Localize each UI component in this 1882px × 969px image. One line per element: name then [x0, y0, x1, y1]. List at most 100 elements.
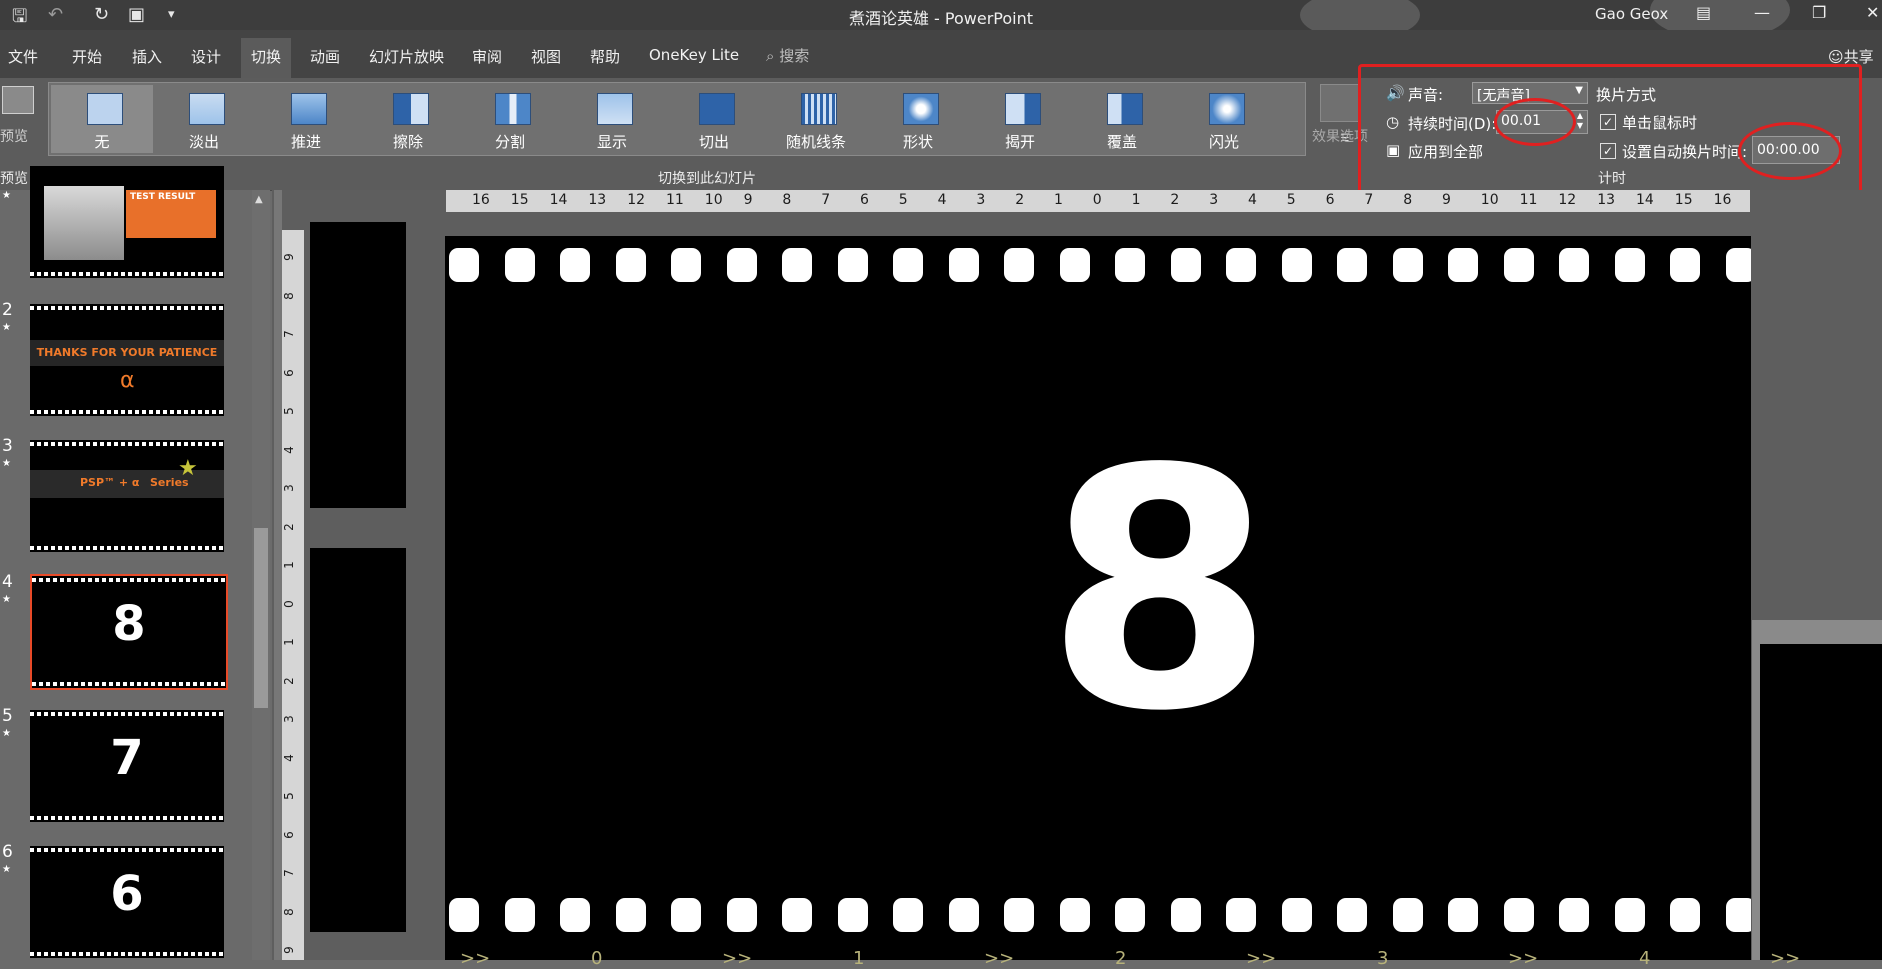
title-bar: 🖫 ↶ ↻ ▣ ▾ 煮酒论英雄 - PowerPoint Gao Geox ▤ …: [0, 0, 1882, 40]
transition-split[interactable]: 分割: [459, 85, 561, 153]
transition-cut[interactable]: 切出: [663, 85, 765, 153]
preview-button[interactable]: 预览: [0, 84, 40, 154]
tab-review[interactable]: 审阅: [472, 46, 502, 67]
offslide-shape[interactable]: [310, 548, 406, 932]
sprocket-hole: [1281, 898, 1312, 932]
sprocket-hole: [1559, 248, 1589, 282]
horizontal-ruler: 16 15 14 13 12 11 10 9 8 7 6 5 4 3 2 1 0 1 2 3 4 5 6 7 8 9 10 11 12 1…: [446, 190, 1750, 212]
ruler-tick: 3: [281, 715, 296, 723]
sprocket-hole: [1392, 898, 1423, 932]
tab-view[interactable]: 视图: [531, 46, 561, 67]
search-box[interactable]: ⌕ 搜索: [766, 45, 809, 66]
slide-thumbnail-4[interactable]: 8: [30, 574, 228, 690]
tab-transitions[interactable]: 切换: [241, 38, 292, 81]
sprocket-hole: [1670, 248, 1700, 282]
tab-slideshow[interactable]: 幻灯片放映: [369, 46, 444, 67]
ruler-tick: 6: [1325, 192, 1335, 208]
sprocket-hole: [1170, 248, 1201, 282]
sprocket-hole: [837, 898, 868, 932]
ruler-tick: 2: [1170, 192, 1180, 208]
slide-thumbnail-5[interactable]: 7: [30, 710, 224, 822]
sprocket-hole: [1559, 898, 1589, 932]
edge-mark: 2: [1115, 948, 1127, 969]
close-icon[interactable]: ✕: [1866, 3, 1879, 22]
sprocket-hole: [1503, 898, 1534, 932]
animation-star-icon: ★: [2, 322, 11, 333]
ruler-tick: 5: [1286, 192, 1296, 208]
edge-mark: >>: [1508, 948, 1539, 969]
slide-thumbnail-6[interactable]: 6: [30, 846, 224, 958]
tab-file[interactable]: 文件: [8, 46, 38, 67]
tab-insert[interactable]: 插入: [132, 46, 162, 67]
edge-mark: >>: [984, 948, 1015, 969]
ruler-tick: 4: [937, 192, 947, 208]
main-slide[interactable]: 8: [445, 236, 1751, 960]
minimize-icon[interactable]: —: [1754, 3, 1770, 22]
transition-push[interactable]: 推进: [255, 85, 357, 153]
transition-cover[interactable]: 覆盖: [1071, 85, 1173, 153]
ruler-tick: 4: [281, 445, 296, 454]
animation-star-icon: ★: [2, 190, 11, 201]
ruler-tick: 1: [1131, 192, 1141, 208]
sprocket-hole: [1170, 898, 1201, 932]
ruler-tick: 4: [1248, 192, 1257, 208]
transition-wipe[interactable]: 擦除: [357, 85, 459, 153]
sprocket-hole: [504, 248, 535, 282]
user-name[interactable]: Gao Geox: [1595, 5, 1668, 23]
tab-animations[interactable]: 动画: [310, 46, 340, 67]
splitter[interactable]: [274, 190, 282, 960]
transition-flash[interactable]: 闪光: [1173, 85, 1275, 153]
tab-home[interactable]: 开始: [72, 46, 102, 67]
ruler-tick: 7: [821, 192, 831, 208]
transition-none[interactable]: 无: [51, 85, 153, 153]
ruler-tick: 1: [281, 561, 296, 569]
sprocket-hole: [1226, 898, 1256, 932]
search-label: 搜索: [779, 47, 810, 65]
restore-icon[interactable]: ❐: [1812, 3, 1826, 22]
sprocket-hole: [1725, 248, 1751, 282]
ruler-tick: 3: [1209, 192, 1219, 208]
sprocket-hole: [1281, 248, 1312, 282]
slide-thumbnail-3[interactable]: PSP™ + α Series ★: [30, 440, 224, 552]
slide-text: THANKS FOR YOUR PATIENCE: [36, 346, 218, 359]
offslide-shape[interactable]: [310, 222, 406, 508]
transition-uncover[interactable]: 揭开: [969, 85, 1071, 153]
transition-random-bars[interactable]: 随机线条: [765, 85, 867, 153]
transition-shape[interactable]: 形状: [867, 85, 969, 153]
thumbnail-scrollbar[interactable]: ▲: [252, 190, 270, 960]
animation-star-icon: ★: [2, 864, 11, 875]
scroll-up-icon[interactable]: ▲: [255, 194, 263, 205]
edge-mark: 4: [1639, 948, 1651, 969]
tab-onekey[interactable]: OneKey Lite: [649, 46, 739, 64]
transition-label: 揭开: [1004, 133, 1035, 151]
sprocket-hole: [1448, 898, 1478, 932]
film-holes: [30, 952, 224, 956]
countdown-number[interactable]: 8: [1045, 426, 1275, 756]
animation-star-icon: ★: [2, 728, 11, 739]
ribbon-display-icon[interactable]: ▤: [1696, 3, 1711, 22]
film-holes: [30, 712, 224, 716]
sprocket-hole: [449, 248, 479, 282]
slide-thumbnail-2[interactable]: THANKS FOR YOUR PATIENCE α: [30, 304, 224, 416]
ruler-tick: 14: [549, 192, 568, 208]
transition-label: 切出: [698, 133, 729, 151]
scroll-thumb[interactable]: [254, 528, 268, 708]
sprocket-hole: [726, 898, 757, 932]
sprocket-hole: [1226, 248, 1256, 282]
film-holes: [30, 546, 224, 550]
edge-mark: >>: [722, 948, 753, 969]
offslide-frame[interactable]: [1752, 620, 1882, 960]
ruler-tick: 16: [472, 192, 490, 208]
ruler-tick: 5: [281, 792, 296, 800]
transition-fade[interactable]: 淡出: [153, 85, 255, 153]
film-holes: [32, 682, 226, 686]
slide-thumbnail-1[interactable]: TEST RESULT: [30, 166, 224, 278]
tab-help[interactable]: 帮助: [590, 46, 620, 67]
reveal-icon: [597, 93, 633, 125]
sprocket-hole: [1725, 898, 1751, 932]
sprocket-hole: [948, 248, 979, 282]
sprocket-hole: [726, 248, 757, 282]
sprocket-hole: [560, 898, 590, 932]
tab-design[interactable]: 设计: [191, 46, 221, 67]
transition-reveal[interactable]: 显示: [561, 85, 663, 153]
